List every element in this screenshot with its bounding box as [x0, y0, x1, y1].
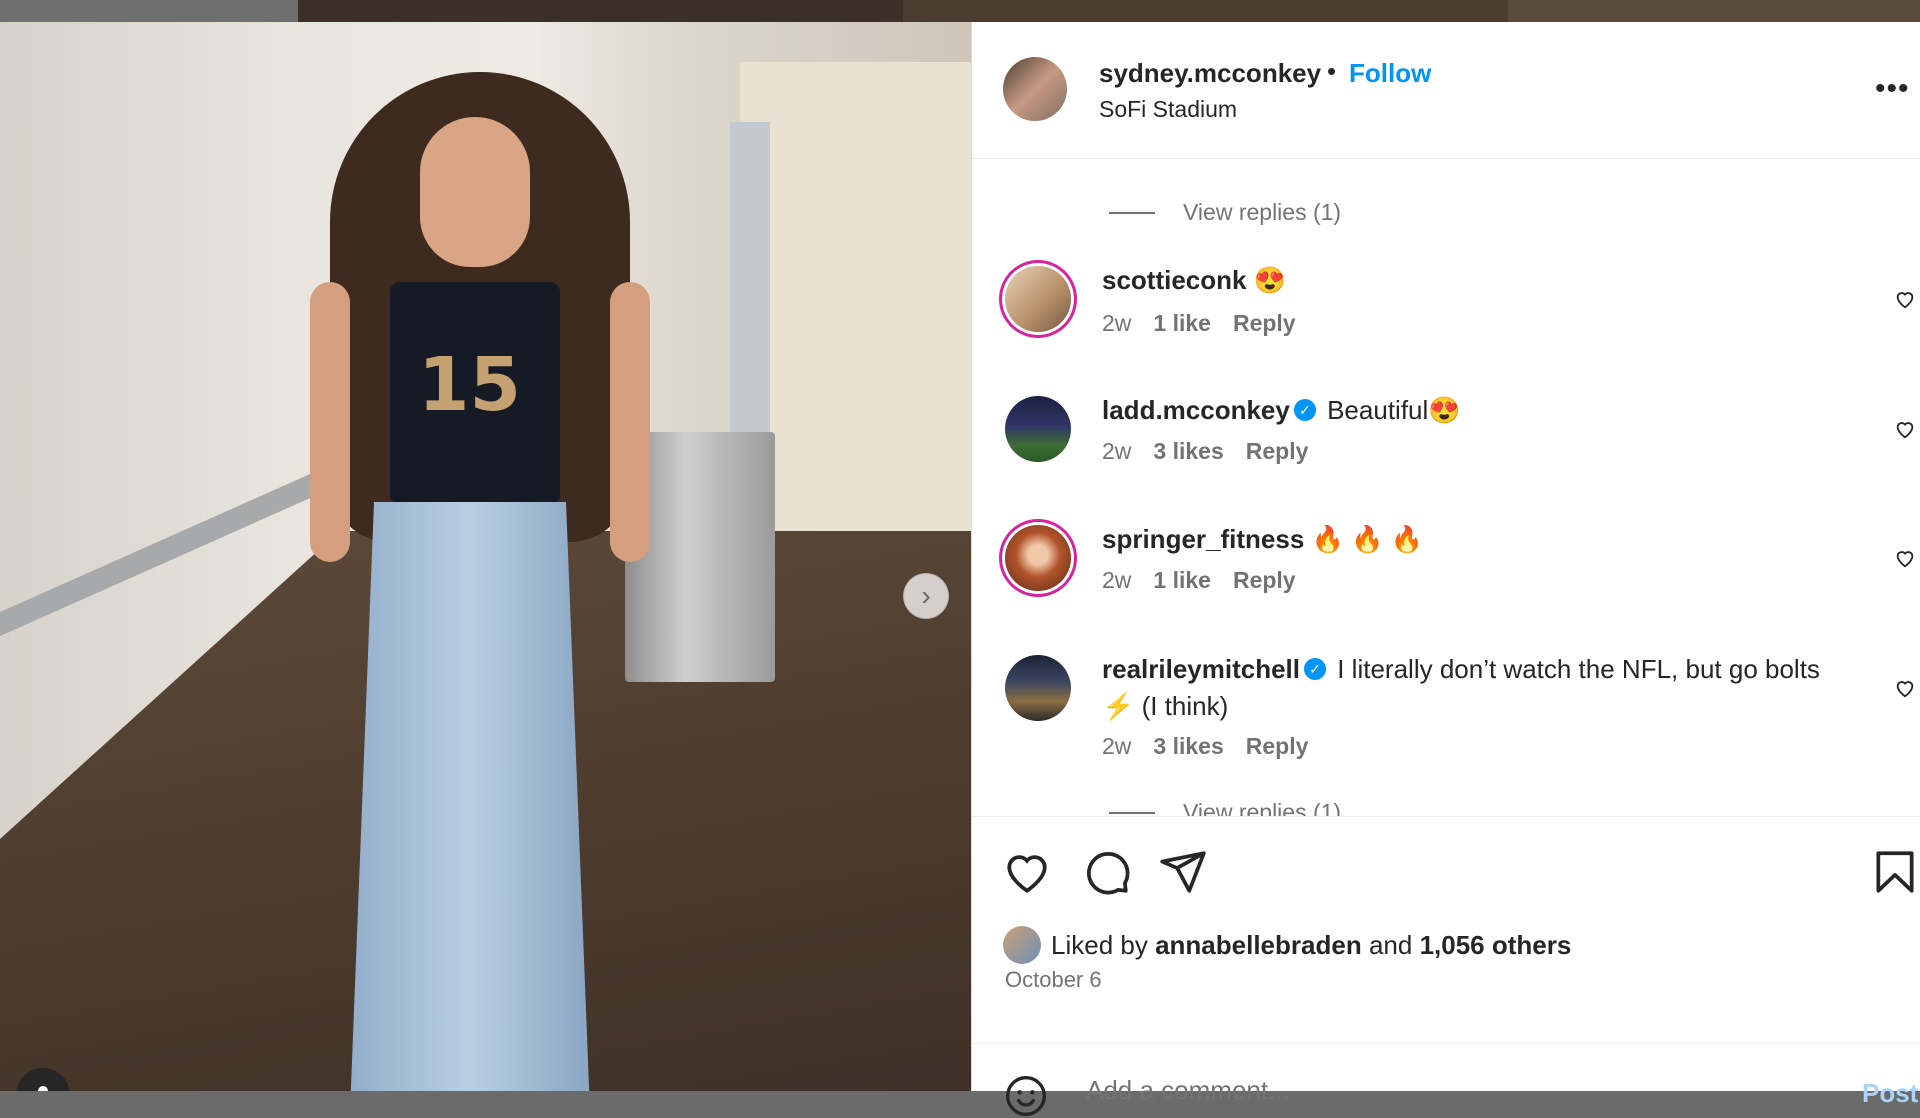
like-comment-heart-icon[interactable]	[1894, 547, 1916, 569]
replies-line	[1109, 811, 1155, 814]
header-separator: •	[1327, 56, 1337, 86]
comment-text-block: ladd.mcconkey ✓ Beautiful😍	[1102, 392, 1822, 429]
like-comment-heart-icon[interactable]	[1894, 677, 1916, 699]
liker-avatar[interactable]	[1003, 926, 1041, 964]
chevron-right-icon: ›	[921, 580, 931, 611]
post-side-panel: sydney.mcconkey • Follow SoFi Stadium ••…	[971, 22, 1920, 1116]
bookmark-icon[interactable]	[1870, 847, 1920, 897]
comment-text-continued: ⚡ (I think)	[1102, 691, 1229, 721]
commenter-avatar[interactable]	[1005, 525, 1071, 591]
comment-text-block: springer_fitness 🔥 🔥 🔥	[1102, 521, 1822, 558]
commenter-avatar[interactable]	[1005, 266, 1071, 332]
comment-meta: 2w 3 likes Reply	[1102, 438, 1308, 465]
others-count[interactable]: 1,056 others	[1420, 930, 1572, 961]
view-replies-label: View replies (1)	[1183, 799, 1342, 816]
comment-meta: 2w 3 likes Reply	[1102, 733, 1308, 760]
post-photo: 15 ›	[0, 22, 971, 1091]
person-arm-right	[610, 282, 650, 562]
reply-button[interactable]: Reply	[1233, 310, 1296, 337]
reply-button[interactable]: Reply	[1246, 733, 1309, 760]
person-arm-left	[310, 282, 350, 562]
jersey-number: 15	[418, 342, 521, 428]
liked-by-label: Liked by	[1051, 929, 1148, 960]
liker-username[interactable]: annabellebraden	[1155, 930, 1362, 961]
add-comment-row: Post	[972, 1043, 1920, 1116]
comment-likes[interactable]: 3 likes	[1153, 733, 1223, 760]
top-strip	[0, 0, 1920, 22]
replies-line	[1109, 211, 1155, 214]
follow-button[interactable]: Follow	[1349, 58, 1431, 89]
commenter-username[interactable]: ladd.mcconkey	[1102, 395, 1290, 425]
view-replies-button[interactable]: View replies (1)	[1109, 199, 1341, 226]
commenter-username[interactable]: springer_fitness	[1102, 524, 1304, 554]
person-jeans	[350, 502, 590, 1091]
like-comment-heart-icon[interactable]	[1894, 288, 1916, 310]
verified-badge-icon: ✓	[1304, 658, 1326, 681]
comment-meta: 2w 1 like Reply	[1102, 310, 1296, 337]
comments-list: View replies (1) scottieconk 😍 2w 1 like…	[972, 159, 1920, 816]
comment-text: 😍	[1253, 265, 1287, 295]
user-icon	[38, 1086, 48, 1091]
post-actions: Liked by annabellebraden and 1,056 other…	[972, 816, 1920, 1116]
comment-age: 2w	[1102, 733, 1132, 759]
comment-text-block: realrileymitchell ✓ I literally don’t wat…	[1102, 651, 1822, 725]
comment-text: 🔥 🔥 🔥	[1311, 524, 1424, 554]
comment-meta: 2w 1 like Reply	[1102, 567, 1296, 594]
liked-by-and: and	[1368, 929, 1413, 960]
comment-text-block: scottieconk 😍	[1102, 262, 1822, 299]
commenter-avatar[interactable]	[1005, 396, 1071, 462]
post-date[interactable]: October 6	[1005, 967, 1102, 993]
commenter-username[interactable]: realrileymitchell	[1102, 654, 1300, 684]
like-comment-heart-icon[interactable]	[1894, 418, 1916, 440]
author-username[interactable]: sydney.mcconkey	[1099, 58, 1321, 89]
view-replies-label: View replies (1)	[1183, 199, 1342, 225]
comment-text: Beautiful😍	[1327, 395, 1461, 425]
post-location[interactable]: SoFi Stadium	[1099, 96, 1237, 123]
comment-likes[interactable]: 3 likes	[1153, 438, 1223, 465]
comment-text: I literally don’t watch the NFL, but go …	[1337, 654, 1820, 684]
post-comment-button[interactable]: Post	[1862, 1078, 1918, 1109]
liked-by-row: Liked by annabellebraden and 1,056 other…	[1003, 926, 1571, 964]
more-options-icon[interactable]: •••	[1875, 72, 1910, 106]
like-heart-icon[interactable]	[1002, 847, 1052, 897]
comment-likes[interactable]: 1 like	[1153, 567, 1211, 594]
reply-button[interactable]: Reply	[1233, 567, 1296, 594]
share-send-icon[interactable]	[1158, 847, 1208, 897]
comment-age: 2w	[1102, 438, 1132, 464]
comment-bubble-icon[interactable]	[1082, 847, 1132, 897]
verified-badge-icon: ✓	[1293, 399, 1316, 422]
commenter-avatar[interactable]	[1005, 655, 1071, 721]
reply-button[interactable]: Reply	[1246, 438, 1309, 465]
comment-age: 2w	[1102, 567, 1132, 593]
photo-person: 15	[310, 62, 650, 1091]
view-replies-button[interactable]: View replies (1)	[1109, 799, 1341, 816]
commenter-username[interactable]: scottieconk	[1102, 265, 1247, 295]
author-avatar[interactable]	[1003, 57, 1067, 121]
person-face	[420, 117, 530, 267]
comment-likes[interactable]: 1 like	[1153, 310, 1211, 337]
next-photo-button[interactable]: ›	[903, 573, 949, 619]
comment-age: 2w	[1102, 310, 1132, 336]
emoji-smiley-icon[interactable]	[1004, 1074, 1048, 1118]
post-header: sydney.mcconkey • Follow SoFi Stadium ••…	[972, 22, 1920, 159]
